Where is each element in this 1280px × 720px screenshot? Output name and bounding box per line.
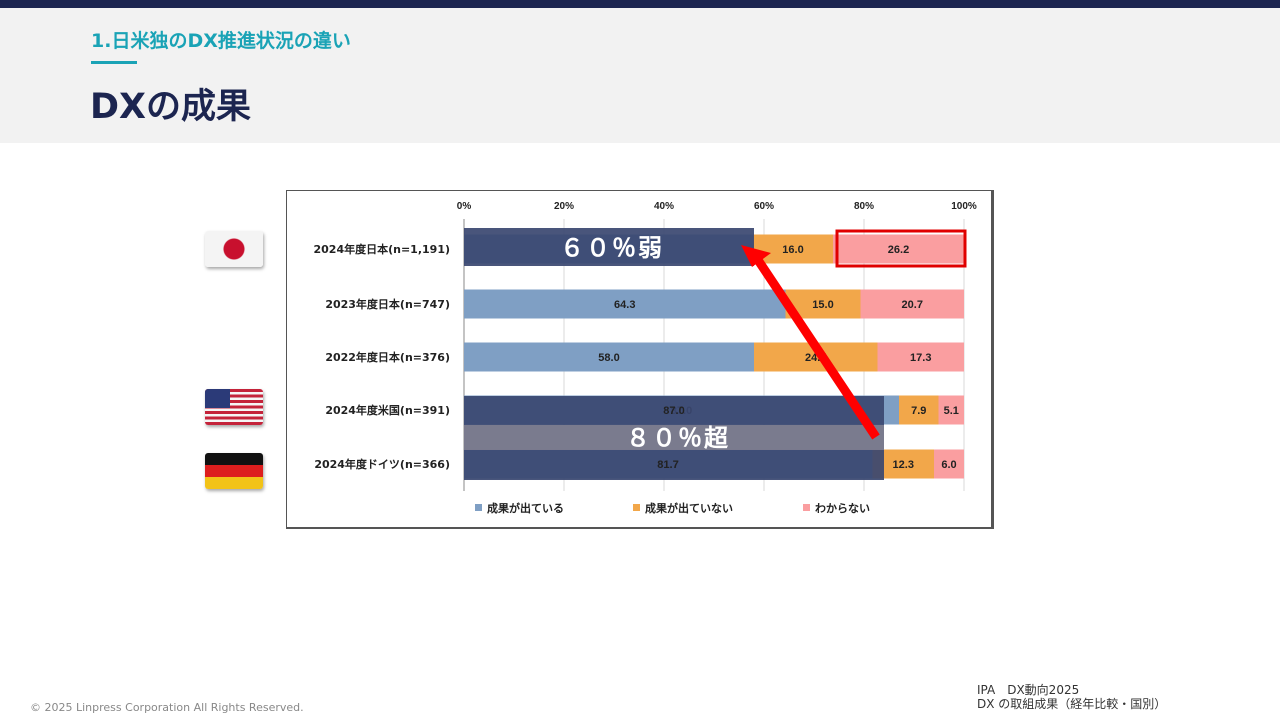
data-label: 6.0 [941,459,956,471]
legend-swatch [633,504,640,511]
data-label: 58.0 [598,352,619,364]
x-tick-label: 100% [951,201,977,212]
data-label: 15.0 [812,299,833,311]
germany-flag-icon [205,453,263,489]
data-label: 64.3 [614,299,635,311]
x-tick-label: 80% [854,201,874,212]
data-label: 17.3 [910,352,931,364]
data-label: 81.7 [658,459,679,471]
category-label: 2024年度米国(n=391) [325,403,450,417]
data-label: 20.7 [902,299,923,311]
data-label: 24.7 [805,352,826,364]
chart-frame: 0% 20% 40% 60% 80% 100% 2024年度日本(n=1,191) 2023年… [286,190,994,529]
x-tick-label: 60% [754,201,774,212]
japan-flag-icon [205,231,263,267]
legend-label: 成果が出ていない [645,501,733,515]
usa-flag-icon [205,389,263,425]
source-citation: IPA DX動向2025 DX の取組成果（経年比較・国別） [977,683,1166,711]
source-line-2: DX の取組成果（経年比較・国別） [977,697,1167,711]
data-label: 5.1 [944,405,959,417]
data-label: 87.0 [671,405,692,417]
x-tick-label: 0% [457,201,472,212]
data-label: 12.3 [893,459,914,471]
data-label: 26.2 [888,244,909,256]
x-tick-label: 20% [554,201,574,212]
category-label: 2024年度ドイツ(n=366) [314,457,450,471]
slide-title: DXの成果 [90,87,252,127]
data-label: 7.9 [911,405,926,417]
source-line-1: IPA DX動向2025 [977,683,1080,697]
bar-segment [464,234,753,264]
copyright-text: © 2025 Linpress Corporation All Rights R… [30,701,304,714]
top-accent-bar [0,0,1280,8]
section-underline [91,61,137,64]
usa-flag-canton [205,389,230,409]
category-label: 2023年度日本(n=747) [325,297,450,311]
legend-label: わからない [815,502,870,515]
legend-label: 成果が出ている [487,501,564,515]
legend-swatch [803,504,810,511]
category-label: 2024年度日本(n=1,191) [313,242,450,256]
x-tick-label: 40% [654,201,674,212]
section-heading: 1.日米独のDX推進状況の違い [91,30,351,52]
legend-swatch [475,504,482,511]
data-label: 16.0 [782,244,803,256]
stacked-bar-chart: 0% 20% 40% 60% 80% 100% 2024年度日本(n=1,191) 2023年… [313,201,977,515]
category-label: 2022年度日本(n=376) [325,350,450,364]
